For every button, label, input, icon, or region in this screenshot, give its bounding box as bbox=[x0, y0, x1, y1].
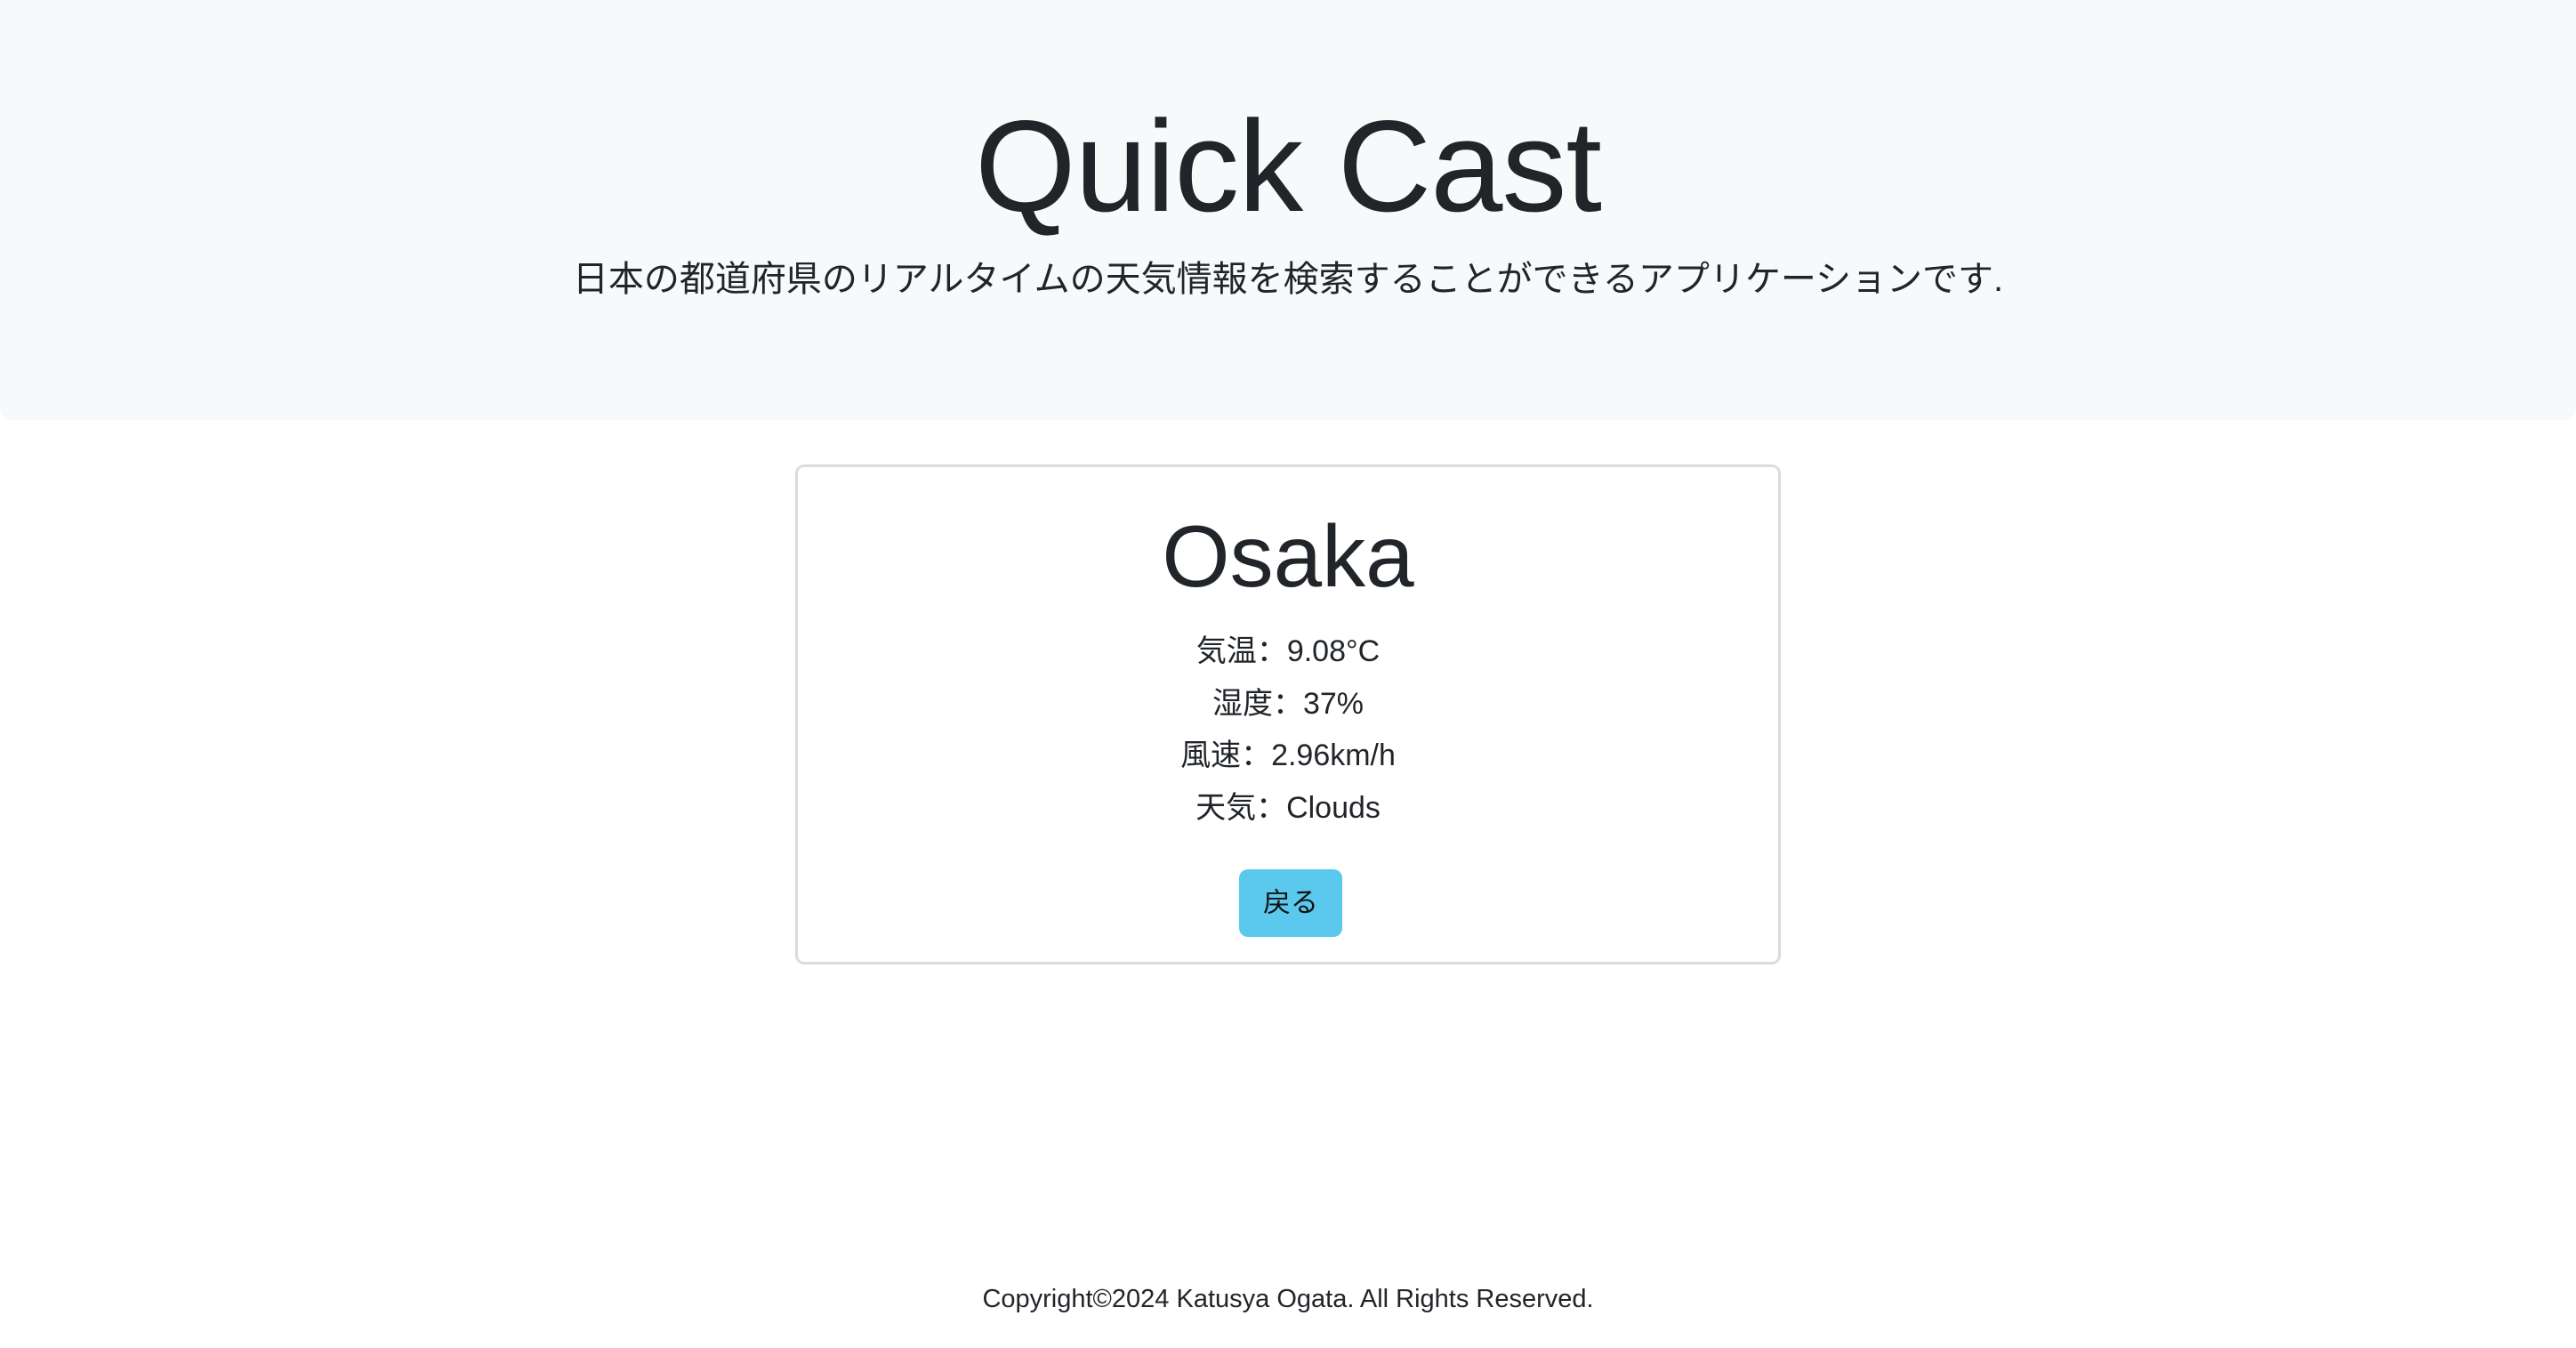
weather-condition-value: Clouds bbox=[1286, 790, 1381, 825]
humidity-separator: ： bbox=[1272, 686, 1303, 721]
humidity-value: 37% bbox=[1302, 686, 1364, 721]
wind-speed-row: 風速：2.96km/h bbox=[798, 730, 1778, 782]
weather-condition-row: 天気：Clouds bbox=[798, 782, 1778, 835]
weather-details-list: 気温：9.08°C 湿度：37% 風速：2.96km/h 天気：Clouds bbox=[798, 626, 1778, 834]
temperature-row: 気温：9.08°C bbox=[798, 626, 1778, 678]
humidity-label: 湿度 bbox=[1212, 686, 1273, 721]
page-description: 日本の都道府県のリアルタイムの天気情報を検索することができるアプリケーションです… bbox=[572, 260, 2004, 299]
temperature-separator: ： bbox=[1256, 634, 1287, 668]
weather-condition-separator: ： bbox=[1256, 790, 1287, 825]
footer-copyright: Copyright©2024 Katusya Ogata. All Rights… bbox=[982, 1285, 1594, 1313]
wind-speed-label: 風速 bbox=[1180, 739, 1242, 772]
page: Quick Cast 日本の都道府県のリアルタイムの天気情報を検索することができ… bbox=[0, 0, 2576, 1348]
temperature-value: 9.08°C bbox=[1286, 634, 1381, 668]
back-button[interactable]: 戻る bbox=[1239, 869, 1342, 937]
temperature-label: 気温 bbox=[1195, 634, 1257, 668]
hero-banner: Quick Cast 日本の都道府県のリアルタイムの天気情報を検索することができ… bbox=[0, 0, 2576, 420]
humidity-row: 湿度：37% bbox=[798, 678, 1778, 731]
page-title: Quick Cast bbox=[975, 93, 1602, 238]
wind-speed-separator: ： bbox=[1241, 739, 1272, 772]
weather-card: Osaka 気温：9.08°C 湿度：37% 風速：2.96km/h 天気：Cl… bbox=[795, 464, 1781, 965]
wind-speed-value: 2.96km/h bbox=[1271, 739, 1396, 772]
weather-condition-label: 天気 bbox=[1195, 790, 1257, 825]
city-name: Osaka bbox=[1162, 507, 1414, 605]
